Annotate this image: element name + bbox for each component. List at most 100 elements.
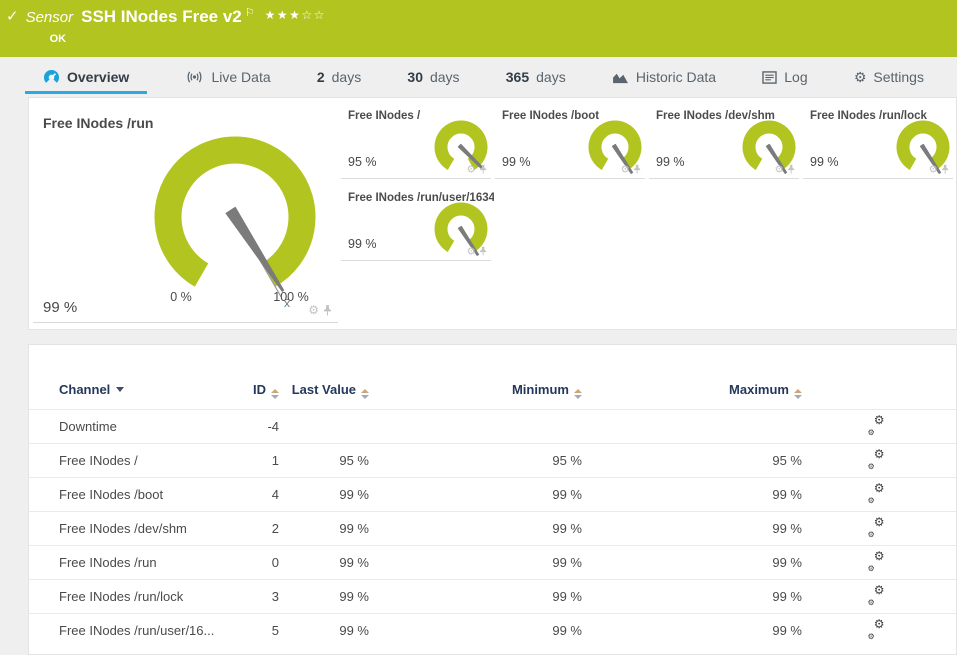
tab-bar: Overview Live Data 2 days 30 days 365 days Histo… [0,57,957,97]
tile-actions: ⚙ [467,246,487,256]
channel-settings-icon[interactable]: ⚙ ⚙ [868,618,885,641]
tab-log[interactable]: Log [754,57,815,97]
column-label: Last Value [291,382,356,397]
cell-id: 0 [229,545,279,580]
tab-2-days[interactable]: 2 days [309,57,369,97]
table-row: Free INodes /run/user/16... 5 99 % 99 % 99 %… [29,613,956,647]
gauge-value: 99 % [810,155,839,169]
sort-icon [574,389,582,399]
tab-overview[interactable]: Overview [25,57,148,97]
tab-label: Settings [873,69,924,85]
cell-mn: 99 % [369,511,582,546]
gauge-value: 99 % [348,237,377,251]
tab-label: Historic Data [635,69,717,85]
column-header-minimum[interactable]: Minimum [369,375,582,410]
column-header-channel[interactable]: Channel [29,375,229,410]
pin-icon[interactable] [941,164,949,174]
gauges-panel: Free INodes /run x̄ 0 % 100 % 99 % ⚙ Fre… [28,97,957,330]
gauge-tile: Free INodes /run/lock 99 % ⚙ [803,102,953,179]
tile-actions: ⚙ [621,164,641,174]
tab-30-days[interactable]: 30 days [399,57,467,97]
cell-actions: ⚙ ⚙ [802,477,952,512]
cell-ch: Free INodes /run/user/16... [29,613,229,647]
gauge-axis-max-label: 100 % [273,290,309,304]
pin-icon[interactable] [787,164,795,174]
tab-live-data[interactable]: Live Data [177,57,278,97]
pin-icon[interactable] [323,305,332,316]
channel-settings-icon[interactable]: ⚙ ⚙ [868,414,885,437]
tile-actions: ⚙ [929,164,949,174]
table-row: Free INodes /run 0 99 % 99 % 99 % ⚙ ⚙ [29,545,956,580]
gear-icon[interactable]: ⚙ [929,164,938,174]
column-header-maximum[interactable]: Maximum [582,375,802,410]
tab-label: Log [784,69,808,85]
cell-mx: 99 % [582,613,802,647]
channel-settings-icon[interactable]: ⚙ ⚙ [868,448,885,471]
flag-icon[interactable]: ⚐ [245,3,255,23]
cell-mn [369,409,582,444]
gear-icon[interactable]: ⚙ [621,164,630,174]
sensor-title: SSH INodes Free v2 [81,7,242,26]
channel-settings-icon[interactable]: ⚙ ⚙ [868,516,885,539]
sensor-header: ✓ Sensor SSH INodes Free v2 ⚐ ★★★☆☆ OK [0,0,957,57]
cell-lv [279,409,369,444]
tile-actions: ⚙ [467,164,487,174]
cell-id: 1 [229,443,279,478]
tab-settings[interactable]: ⚙ Settings [846,57,932,97]
gear-icon[interactable]: ⚙ [467,164,476,174]
pin-icon[interactable] [633,164,641,174]
sort-icon [271,389,279,399]
gauge-tile: Free INodes /run/user/16342...99 %⚙ [341,184,494,261]
cell-mn: 99 % [369,477,582,512]
tab-365-days[interactable]: 365 days [498,57,574,97]
channel-settings-icon[interactable]: ⚙ ⚙ [868,482,885,505]
status-check-icon: ✓ [6,8,19,25]
sensor-status-badge: OK [49,33,67,45]
gauge-value: 99 % [656,155,685,169]
cell-actions: ⚙ ⚙ [802,545,952,580]
channel-settings-icon[interactable]: ⚙ ⚙ [868,550,885,573]
cell-mx: 99 % [582,477,802,512]
column-label: Minimum [511,382,569,397]
channel-settings-icon[interactable]: ⚙ ⚙ [868,584,885,607]
cell-mn: 99 % [369,545,582,580]
tile-actions: ⚙ [775,164,795,174]
sensor-kind-label: Sensor [25,9,74,26]
cell-ch: Free INodes /dev/shm [29,511,229,546]
tab-label: days [429,69,460,85]
cell-actions: ⚙ ⚙ [802,409,952,444]
gauge-tile: Free INodes /dev/shm 99 % ⚙ [649,102,799,179]
log-icon [762,70,777,84]
tile-actions: ⚙ [308,304,332,316]
sensor-title-block: Sensor SSH INodes Free v2 ⚐ ★★★☆☆ OK [26,7,326,45]
cell-id: 3 [229,579,279,614]
tab-historic-data[interactable]: Historic Data [604,57,724,97]
column-label: Maximum [729,382,789,397]
gear-icon[interactable]: ⚙ [308,304,319,316]
cell-actions: ⚙ ⚙ [802,443,952,478]
chart-icon [612,71,629,84]
cell-mx: 99 % [582,511,802,546]
column-header-actions [802,375,952,410]
cell-id: 2 [229,511,279,546]
tab-label: days [536,69,566,85]
column-label: ID [253,382,266,397]
gauge-value: 99 % [502,155,531,169]
cell-mx: 99 % [582,545,802,580]
column-header-last-value[interactable]: Last Value [279,375,369,410]
gear-icon[interactable]: ⚙ [775,164,784,174]
gauge-value: 99 % [43,299,78,316]
pin-icon[interactable] [479,164,487,174]
cell-ch: Free INodes /boot [29,477,229,512]
cell-ch: Free INodes /run/lock [29,579,229,614]
gear-icon: ⚙ [853,69,867,85]
channel-table-panel: Channel ID Last Value Minimum Maximum Downti… [28,344,957,655]
cell-lv: 95 % [279,443,369,478]
column-header-id[interactable]: ID [229,375,279,410]
gear-icon[interactable]: ⚙ [467,246,476,256]
tab-number: 2 [316,69,325,85]
tab-number: 30 [407,69,423,85]
cell-id: 4 [229,477,279,512]
priority-stars[interactable]: ★★★☆☆ [265,5,326,25]
pin-icon[interactable] [479,246,487,256]
